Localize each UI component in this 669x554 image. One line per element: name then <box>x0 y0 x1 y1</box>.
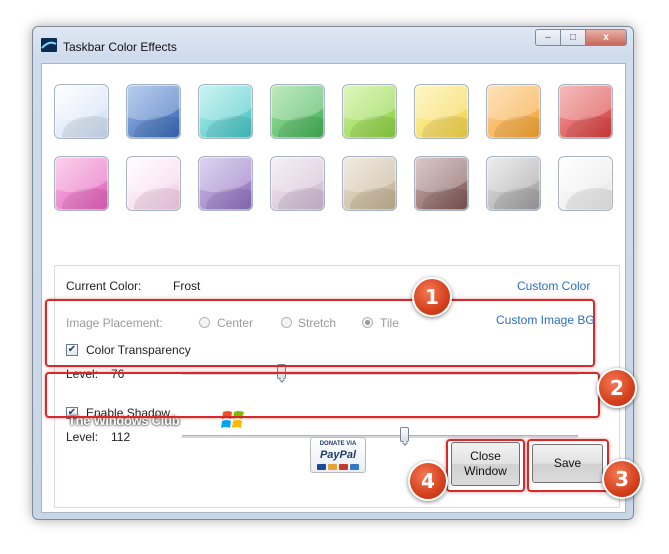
custom-color-link[interactable]: Custom Color <box>517 279 590 293</box>
paypal-donate-text: DONATE VIA <box>319 441 357 447</box>
shadow-slider-track[interactable] <box>182 435 578 438</box>
paypal-logo-text: PayPal <box>319 449 357 461</box>
swatch-frost[interactable] <box>54 84 109 139</box>
maximize-button[interactable]: □ <box>560 29 585 46</box>
swatch-orange[interactable] <box>486 84 541 139</box>
step-badge-1: 1 <box>412 277 452 317</box>
shadow-highlight-box <box>45 372 600 418</box>
swatch-green[interactable] <box>270 84 325 139</box>
minimize-button[interactable]: – <box>535 29 560 46</box>
close-button-highlight-box <box>446 439 525 492</box>
swatch-yellow[interactable] <box>414 84 469 139</box>
caption-buttons: – □ x <box>535 29 627 46</box>
swatch-red[interactable] <box>558 84 613 139</box>
current-color-label: Current Color: <box>66 279 142 293</box>
swatch-sand[interactable] <box>342 156 397 211</box>
current-color-value: Frost <box>173 279 201 293</box>
step-badge-2: 2 <box>597 368 637 408</box>
shadow-slider-thumb[interactable] <box>399 427 409 442</box>
save-button-highlight-box <box>527 439 609 492</box>
swatch-pink[interactable] <box>54 156 109 211</box>
close-window-x-button[interactable]: x <box>585 29 627 46</box>
swatch-light-pink[interactable] <box>126 156 181 211</box>
credit-cards-icon <box>317 464 359 470</box>
swatch-white[interactable] <box>558 156 613 211</box>
swatch-lime[interactable] <box>342 84 397 139</box>
app-icon <box>41 38 57 52</box>
window-title: Taskbar Color Effects <box>63 40 177 54</box>
transparency-highlight-box <box>45 299 595 367</box>
swatch-lavender[interactable] <box>270 156 325 211</box>
title-bar[interactable]: Taskbar Color Effects – □ x <box>33 27 633 61</box>
swatch-teal[interactable] <box>198 84 253 139</box>
swatch-gray[interactable] <box>486 156 541 211</box>
swatch-brown[interactable] <box>414 156 469 211</box>
step-badge-3: 3 <box>602 459 642 499</box>
paypal-donate-button[interactable]: DONATE VIA PayPal <box>310 437 366 473</box>
swatch-purple[interactable] <box>198 156 253 211</box>
swatch-blue[interactable] <box>126 84 181 139</box>
step-badge-4: 4 <box>408 461 448 501</box>
